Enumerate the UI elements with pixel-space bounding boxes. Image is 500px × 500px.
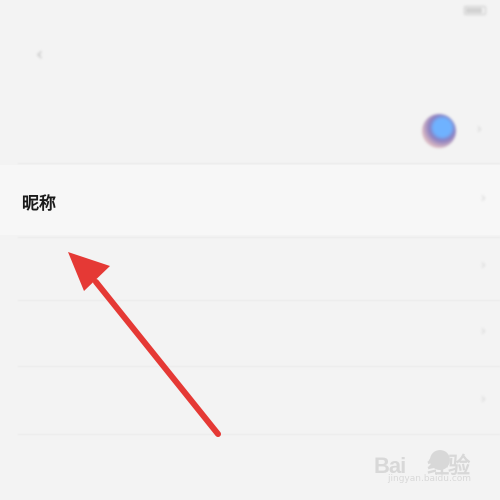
nickname-label: 昵称 bbox=[22, 194, 56, 214]
chevron-right-icon: › bbox=[480, 324, 486, 339]
status-bar bbox=[0, 0, 500, 28]
divider bbox=[18, 163, 500, 164]
chevron-right-icon: › bbox=[480, 392, 486, 407]
nav-bar: ‹ bbox=[0, 28, 500, 78]
baidu-watermark: Bai经验 jingyan.baidu.com bbox=[374, 448, 486, 490]
watermark-subtext: jingyan.baidu.com bbox=[388, 474, 472, 484]
divider bbox=[18, 434, 500, 435]
chevron-right-icon: › bbox=[480, 258, 486, 273]
avatar[interactable] bbox=[422, 114, 456, 148]
divider bbox=[18, 300, 500, 301]
status-right-icons bbox=[464, 6, 486, 15]
battery-icon bbox=[464, 6, 486, 15]
chevron-right-icon: › bbox=[480, 191, 486, 206]
paw-icon bbox=[430, 450, 450, 470]
nickname-row[interactable]: 昵称 › bbox=[0, 165, 500, 235]
chevron-right-icon: › bbox=[476, 122, 482, 137]
divider bbox=[18, 366, 500, 367]
region-row[interactable]: › bbox=[0, 304, 500, 364]
signature-row[interactable]: › bbox=[0, 372, 500, 432]
back-icon[interactable]: ‹ bbox=[36, 44, 56, 65]
gender-row[interactable]: › bbox=[0, 238, 500, 298]
